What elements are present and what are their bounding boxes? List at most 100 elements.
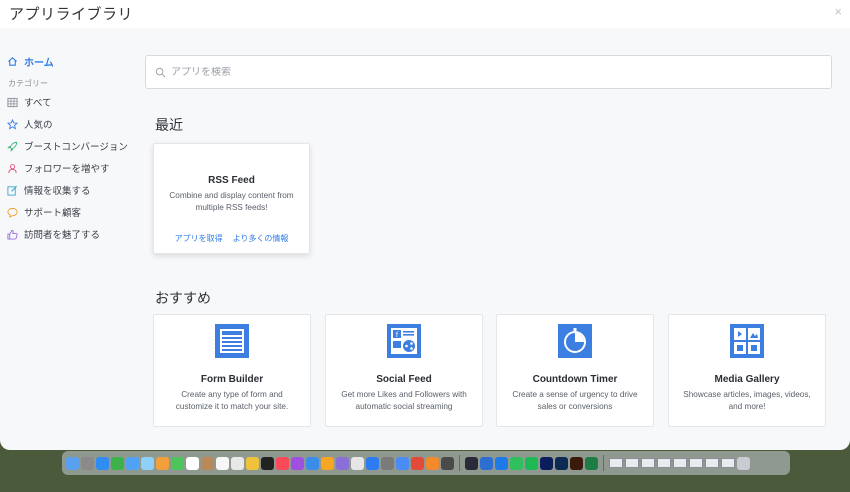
dock-app-icon[interactable] [246, 456, 259, 470]
edit-icon [7, 185, 18, 196]
window-title: アプリライブラリ [9, 6, 134, 23]
dock-app-icon[interactable] [525, 456, 538, 470]
search-icon [155, 67, 166, 77]
dock-separator [459, 455, 460, 471]
dock-app-icon[interactable] [411, 456, 424, 470]
dock-minimized-window[interactable] [689, 458, 703, 468]
dock [62, 451, 790, 475]
countdown-timer-card[interactable]: Countdown Timer Create a sense of urgenc… [496, 314, 654, 427]
dock-app-icon[interactable] [441, 456, 454, 470]
user-icon [7, 163, 18, 174]
card-title: Media Gallery [714, 374, 780, 385]
grid-icon [7, 97, 18, 108]
dock-app-icon[interactable] [126, 456, 139, 470]
dock-app-icon[interactable] [156, 456, 169, 470]
media-gallery-icon [730, 324, 764, 358]
card-description: Showcase articles, images, videos, and m… [683, 390, 811, 411]
media-gallery-card[interactable]: Media Gallery Showcase articles, images,… [668, 314, 826, 427]
sidebar-item-boost-conversion[interactable]: ブーストコンバージョン [0, 135, 140, 157]
card-description: Create a sense of urgency to drive sales… [512, 390, 638, 411]
dock-app-icon[interactable] [366, 456, 379, 470]
sidebar-item-all[interactable]: すべて [0, 91, 140, 113]
dock-minimized-window[interactable] [641, 458, 655, 468]
card-title: Social Feed [376, 374, 432, 385]
dock-minimized-window[interactable] [673, 458, 687, 468]
sidebar-item-label: 人気の [24, 120, 53, 131]
dock-app-icon[interactable] [381, 456, 394, 470]
search-bar[interactable] [145, 55, 832, 89]
dock-app-icon[interactable] [306, 456, 319, 470]
dock-app-icon[interactable] [66, 456, 79, 470]
dock-app-icon[interactable] [336, 456, 349, 470]
thumbs-up-icon [7, 229, 18, 240]
countdown-timer-icon [558, 324, 592, 358]
star-icon [7, 118, 18, 130]
dock-app-icon[interactable] [465, 456, 478, 470]
dock-app-icon[interactable] [351, 456, 364, 470]
card-description: Combine and display content from multipl… [169, 191, 294, 212]
sidebar: ホーム カテゴリー すべて 人気の ブーストコンバージョン フォロワーを増やす [0, 50, 140, 245]
trash-icon[interactable] [737, 456, 750, 470]
get-app-link[interactable]: アプリを取得 [175, 233, 223, 244]
dock-app-icon[interactable] [396, 456, 409, 470]
sidebar-item-label: ブーストコンバージョン [24, 142, 128, 153]
sidebar-item-popular[interactable]: 人気の [0, 113, 140, 135]
dock-app-icon[interactable] [585, 456, 598, 470]
dock-app-icon[interactable] [555, 456, 568, 470]
dock-app-icon[interactable] [186, 456, 199, 470]
card-title: RSS Feed [208, 175, 255, 186]
dock-app-icon[interactable] [495, 456, 508, 470]
card-actions: アプリを取得 より多くの情報 [154, 233, 309, 244]
dock-app-icon[interactable] [141, 456, 154, 470]
dock-app-icon[interactable] [480, 456, 493, 470]
card-description: Create any type of form and customize it… [175, 390, 289, 411]
card-title: Countdown Timer [532, 374, 618, 385]
dock-app-icon[interactable] [216, 456, 229, 470]
app-library-window: アプリライブラリ × ホーム カテゴリー すべて 人気の ブーストコンバージョン… [0, 0, 850, 450]
category-heading: カテゴリー [8, 79, 48, 88]
dock-app-icon[interactable] [96, 456, 109, 470]
form-builder-card[interactable]: Form Builder Create any type of form and… [153, 314, 311, 427]
dock-minimized-window[interactable] [657, 458, 671, 468]
chat-icon [7, 207, 18, 218]
dock-minimized-window[interactable] [705, 458, 719, 468]
sidebar-item-home-label: ホーム [24, 57, 54, 69]
recent-section-title: 最近 [155, 117, 183, 133]
sidebar-item-support-customers[interactable]: サポート顧客 [0, 201, 140, 223]
dock-app-icon[interactable] [426, 456, 439, 470]
dock-app-icon[interactable] [321, 456, 334, 470]
dock-minimized-window[interactable] [721, 458, 735, 468]
sidebar-item-label: サポート顧客 [24, 208, 82, 219]
rss-feed-card[interactable]: RSS Feed Combine and display content fro… [153, 143, 310, 254]
dock-app-icon[interactable] [510, 456, 523, 470]
sidebar-item-label: すべて [24, 98, 52, 109]
sidebar-item-label: 訪問者を魅了する [24, 230, 101, 241]
rocket-icon [7, 141, 18, 152]
dock-app-icon[interactable] [231, 456, 244, 470]
card-description: Get more Likes and Followers with automa… [341, 390, 467, 411]
dock-minimized-window[interactable] [625, 458, 639, 468]
close-icon[interactable]: × [834, 4, 842, 19]
dock-app-icon[interactable] [291, 456, 304, 470]
dock-app-icon[interactable] [276, 456, 289, 470]
dock-minimized-window[interactable] [609, 458, 623, 468]
more-info-link[interactable]: より多くの情報 [233, 233, 289, 244]
sidebar-item-label: 情報を収集する [24, 186, 91, 197]
sidebar-item-engage-visitors[interactable]: 訪問者を魅了する [0, 223, 140, 245]
dock-app-icon[interactable] [111, 456, 124, 470]
sidebar-item-label: フォロワーを増やす [24, 164, 110, 175]
sidebar-item-grow-followers[interactable]: フォロワーを増やす [0, 157, 140, 179]
social-feed-icon: f [387, 324, 421, 358]
dock-app-icon[interactable] [201, 456, 214, 470]
dock-app-icon[interactable] [81, 456, 94, 470]
social-feed-card[interactable]: f Social Feed Get more Likes and Followe… [325, 314, 483, 427]
dock-app-icon[interactable] [540, 456, 553, 470]
dock-app-icon[interactable] [570, 456, 583, 470]
sidebar-item-home[interactable]: ホーム [0, 50, 140, 72]
search-input[interactable] [171, 66, 771, 78]
dock-app-icon[interactable] [261, 456, 274, 470]
recommended-section-title: おすすめ [155, 290, 211, 306]
dock-app-icon[interactable] [171, 456, 184, 470]
dock-separator [603, 455, 604, 471]
sidebar-item-collect-info[interactable]: 情報を収集する [0, 179, 140, 201]
